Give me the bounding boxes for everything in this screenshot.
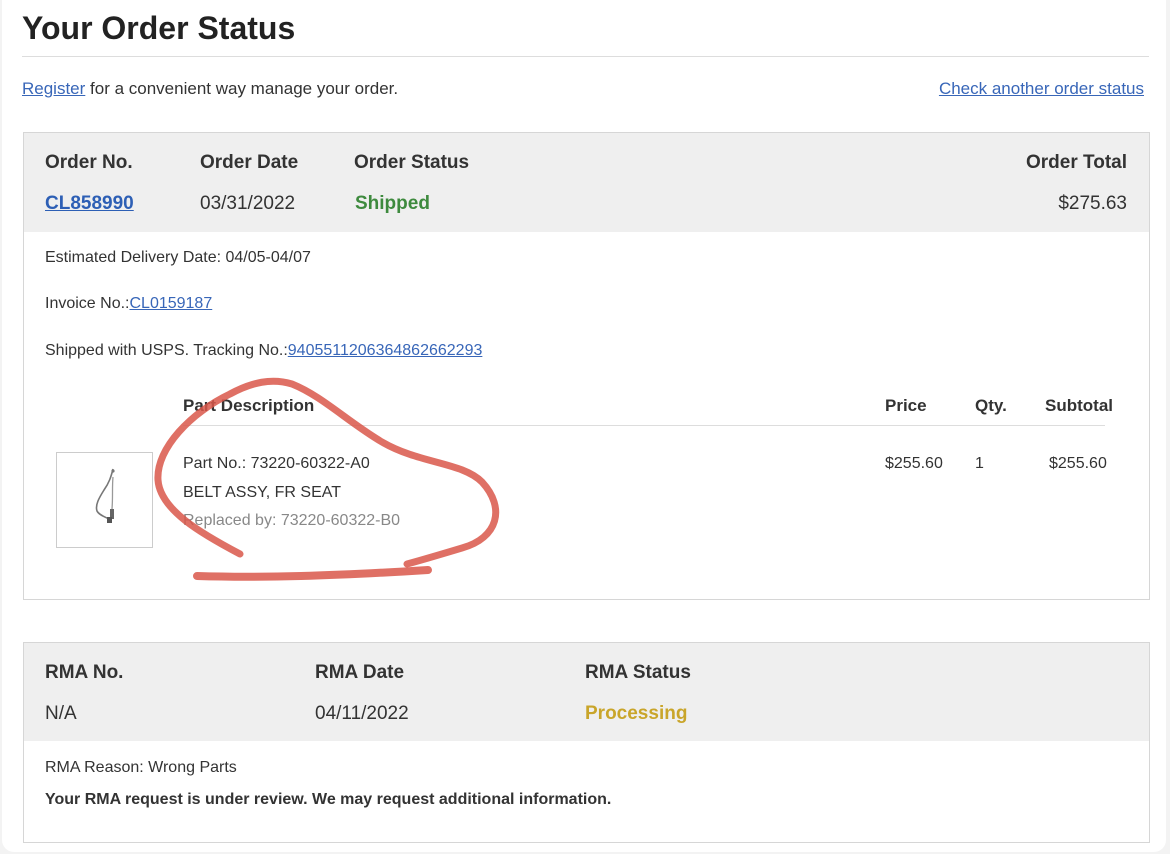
rma-no-value: N/A [45, 703, 77, 724]
rma-date-header: RMA Date [315, 662, 405, 683]
invoice-link[interactable]: CL0159187 [129, 295, 212, 312]
order-no-header: Order No. [45, 152, 133, 173]
estimated-delivery: Estimated Delivery Date: 04/05-04/07 [45, 249, 311, 266]
order-status-value: Shipped [355, 193, 430, 214]
check-another-order-link[interactable]: Check another order status [939, 79, 1144, 99]
register-prompt: Register for a convenient way manage you… [22, 79, 398, 99]
rma-summary-header: RMA No. RMA Date RMA Status N/A 04/11/20… [24, 643, 1149, 741]
order-status-header: Order Status [354, 152, 470, 173]
order-total-header: Order Total [1026, 152, 1127, 173]
tracking-link[interactable]: 9405511206364862662293 [288, 342, 483, 359]
part-name: BELT ASSY, FR SEAT [183, 484, 341, 501]
rma-review-note: Your RMA request is under review. We may… [45, 791, 612, 808]
order-number-link[interactable]: CL858990 [45, 193, 134, 215]
invoice-label: Invoice No.: [45, 295, 130, 312]
register-prompt-text: for a convenient way manage your order. [85, 79, 399, 98]
rma-status-value: Processing [585, 703, 688, 724]
part-number: Part No.: 73220-60322-A0 [183, 455, 370, 472]
col-part-description: Part Description [183, 396, 315, 415]
order-panel: Order No. Order Date Order Status Order … [23, 132, 1150, 600]
register-link[interactable]: Register [22, 79, 85, 98]
order-date-value: 03/31/2022 [200, 193, 296, 214]
col-qty: Qty. [975, 396, 1007, 415]
page-title: Your Order Status [22, 10, 296, 46]
order-summary-header: Order No. Order Date Order Status Order … [24, 133, 1149, 232]
tracking-label: Shipped with USPS. Tracking No.: [45, 342, 288, 359]
rma-reason: RMA Reason: Wrong Parts [45, 759, 237, 776]
invoice-line: Invoice No.:CL0159187 [45, 295, 212, 313]
order-date-header: Order Date [200, 152, 299, 173]
col-subtotal: Subtotal [1045, 396, 1113, 415]
rma-date-value: 04/11/2022 [315, 703, 409, 724]
order-total-value: $275.63 [1058, 193, 1127, 214]
order-status-page: Your Order Status Register for a conveni… [2, 0, 1166, 852]
tracking-line: Shipped with USPS. Tracking No.:94055112… [45, 342, 482, 360]
item-price: $255.60 [885, 455, 943, 472]
seat-belt-part-image[interactable] [56, 452, 153, 548]
col-price: Price [885, 396, 927, 415]
rma-panel: RMA No. RMA Date RMA Status N/A 04/11/20… [23, 642, 1150, 843]
item-subtotal: $255.60 [1049, 455, 1107, 472]
rma-no-header: RMA No. [45, 662, 124, 683]
title-divider [22, 56, 1149, 57]
item-qty: 1 [975, 455, 984, 472]
replaced-by: Replaced by: 73220-60322-B0 [183, 512, 401, 529]
table-header-divider [183, 425, 1105, 426]
rma-status-header: RMA Status [585, 662, 691, 683]
